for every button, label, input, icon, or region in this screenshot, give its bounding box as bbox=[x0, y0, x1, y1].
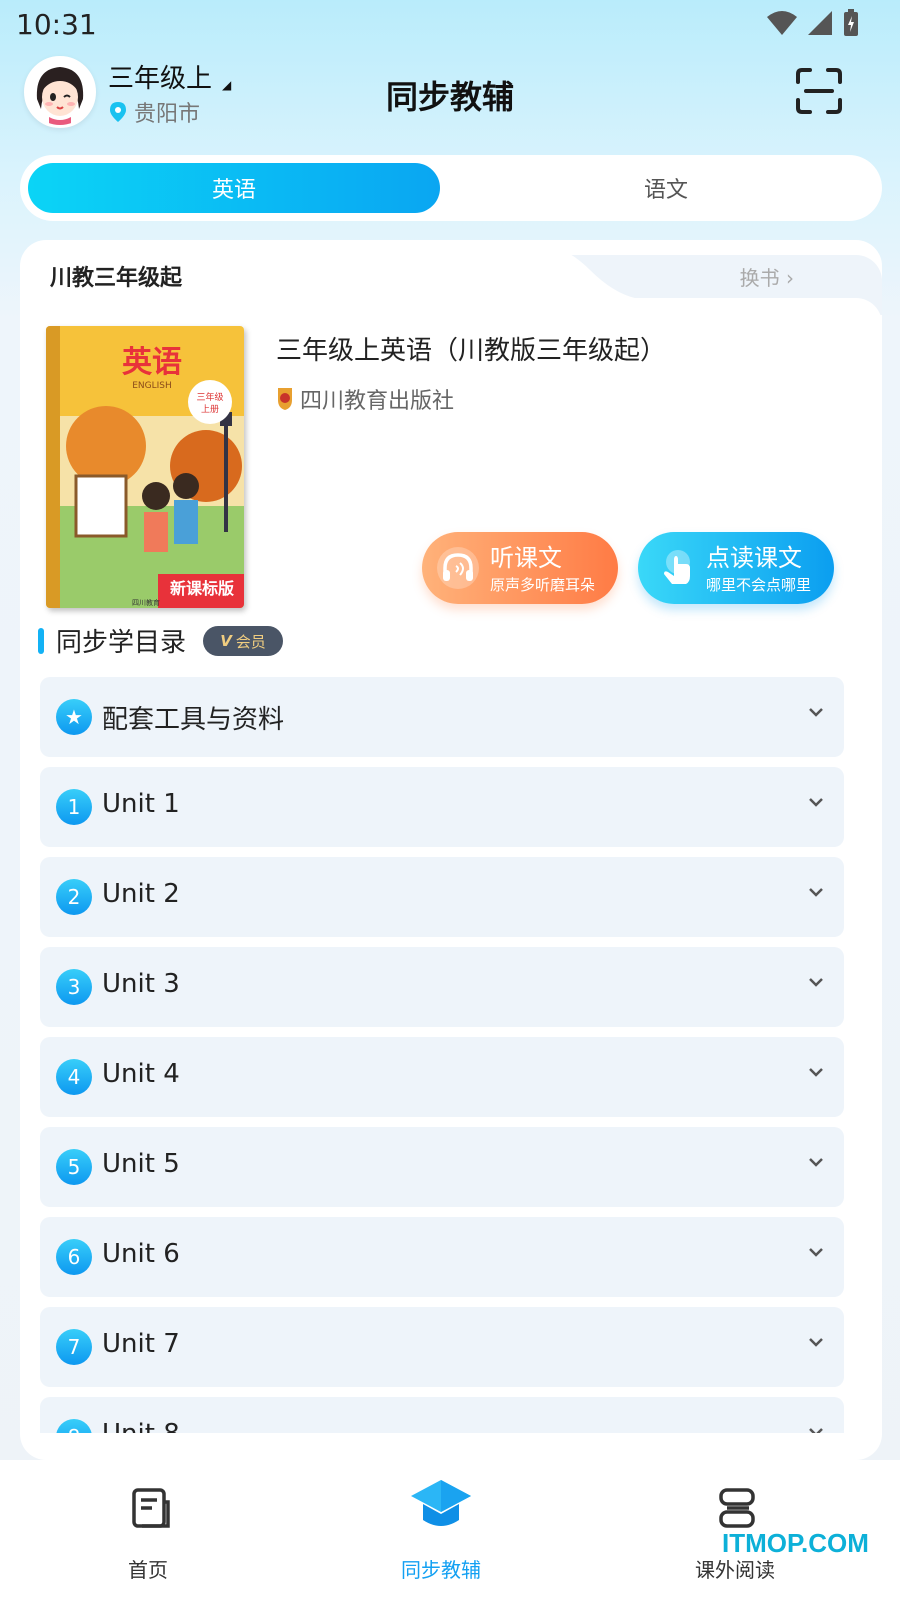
cover-edition: 新课标版 bbox=[170, 579, 234, 598]
number-badge: 1 bbox=[56, 789, 92, 825]
list-item-label: Unit 2 bbox=[102, 879, 180, 909]
card-tab-curve bbox=[520, 240, 650, 300]
number-badge: 5 bbox=[56, 1149, 92, 1185]
cover-english: ENGLISH bbox=[132, 381, 172, 391]
cover-subject: 英语 bbox=[122, 345, 182, 380]
battery-icon bbox=[844, 9, 858, 36]
list-item-label: Unit 1 bbox=[102, 789, 180, 819]
nav-sync-tutoring[interactable]: 同步教辅 bbox=[381, 1480, 501, 1582]
list-item-unit-3[interactable]: 3 Unit 3 bbox=[40, 947, 844, 1027]
book-cover[interactable]: 英语 ENGLISH 三年级 上册 新课标版 四川教育 bbox=[46, 326, 244, 608]
finger-tap-icon bbox=[664, 550, 690, 584]
nav-home-label: 首页 bbox=[128, 1558, 168, 1582]
subject-tab-bar: 英语 语文 bbox=[20, 155, 882, 221]
list-item-tools[interactable]: ★ 配套工具与资料 bbox=[40, 677, 844, 757]
vip-check-icon: V bbox=[220, 632, 232, 650]
list-item-unit-5[interactable]: 5 Unit 5 bbox=[40, 1127, 844, 1207]
catalog-list: ★ 配套工具与资料 1 Unit 1 2 Unit 2 3 Unit 3 4 U… bbox=[40, 677, 844, 1433]
catalog-accent-bar bbox=[38, 628, 44, 654]
tab-chinese[interactable]: 语文 bbox=[460, 163, 872, 213]
scan-icon[interactable] bbox=[794, 66, 844, 116]
book-cover-illustration: 英语 ENGLISH 三年级 上册 新课标版 四川教育 bbox=[46, 326, 244, 608]
wifi-icon bbox=[767, 11, 797, 35]
change-book-button[interactable]: 换书 › bbox=[740, 262, 794, 291]
list-item-label: Unit 8 bbox=[102, 1419, 180, 1433]
number-badge: 7 bbox=[56, 1329, 92, 1365]
list-item-label: Unit 7 bbox=[102, 1329, 180, 1359]
point-read-subtitle: 哪里不会点哪里 bbox=[706, 576, 812, 594]
vip-badge-label: 会员 bbox=[235, 632, 266, 651]
listen-text-button[interactable]: 听课文 原声多听磨耳朵 bbox=[422, 532, 618, 604]
number-badge: 6 bbox=[56, 1239, 92, 1275]
chevron-down-icon bbox=[809, 888, 823, 897]
number-badge: 3 bbox=[56, 969, 92, 1005]
point-read-title: 点读课文 bbox=[706, 544, 802, 572]
books-stack-icon bbox=[719, 1488, 755, 1528]
book-title: 三年级上英语（川教版三年级起） bbox=[276, 336, 667, 366]
number-badge: 2 bbox=[56, 879, 92, 915]
list-item-unit-4[interactable]: 4 Unit 4 bbox=[40, 1037, 844, 1117]
headphones-icon bbox=[437, 547, 479, 589]
listen-title: 听课文 bbox=[490, 544, 562, 572]
star-icon: ★ bbox=[56, 699, 92, 735]
number-badge: 4 bbox=[56, 1059, 92, 1095]
publisher-name: 四川教育出版社 bbox=[300, 389, 455, 414]
list-item-unit-6[interactable]: 6 Unit 6 bbox=[40, 1217, 844, 1297]
list-item-label: Unit 6 bbox=[102, 1239, 180, 1269]
home-doc-icon bbox=[132, 1488, 170, 1528]
number-badge: 8 bbox=[56, 1419, 92, 1433]
chevron-down-icon bbox=[809, 1158, 823, 1167]
chevron-down-icon bbox=[809, 1338, 823, 1347]
chevron-down-icon bbox=[809, 798, 823, 807]
list-item-label: Unit 3 bbox=[102, 969, 180, 999]
list-item-unit-7[interactable]: 7 Unit 7 bbox=[40, 1307, 844, 1387]
cover-grade: 三年级 bbox=[196, 391, 223, 403]
graduation-cap-icon bbox=[411, 1480, 471, 1526]
vip-badge: V 会员 bbox=[203, 626, 283, 656]
status-bar: 10:31 bbox=[0, 0, 900, 50]
list-item-label: 配套工具与资料 bbox=[102, 705, 285, 735]
page-title: 同步教辅 bbox=[385, 78, 514, 116]
chevron-down-icon bbox=[809, 978, 823, 987]
watermark: ITMOP.COM bbox=[722, 1528, 869, 1558]
status-icons bbox=[766, 8, 860, 38]
catalog-title: 同步学目录 bbox=[56, 628, 187, 658]
cover-press: 四川教育 bbox=[132, 598, 160, 607]
listen-subtitle: 原声多听磨耳朵 bbox=[490, 576, 596, 594]
chevron-down-icon bbox=[809, 1428, 823, 1433]
nav-sync-tutoring-label: 同步教辅 bbox=[401, 1558, 481, 1582]
book-series-label: 川教三年级起 bbox=[50, 266, 183, 291]
publisher-logo-icon bbox=[278, 388, 292, 410]
list-item-unit-8[interactable]: 8 Unit 8 bbox=[40, 1397, 844, 1433]
list-item-label: Unit 4 bbox=[102, 1059, 180, 1089]
point-read-button[interactable]: 点读课文 哪里不会点哪里 bbox=[638, 532, 834, 604]
list-item-label: Unit 5 bbox=[102, 1149, 180, 1179]
tab-english[interactable]: 英语 bbox=[28, 163, 440, 213]
signal-icon bbox=[808, 11, 832, 35]
book-card: 川教三年级起 换书 › 英语 ENGLISH 三年级 上册 新课标版 四川教育 bbox=[20, 240, 882, 1460]
list-item-unit-2[interactable]: 2 Unit 2 bbox=[40, 857, 844, 937]
nav-home[interactable]: 首页 bbox=[88, 1480, 208, 1582]
chevron-down-icon bbox=[809, 1248, 823, 1257]
chevron-down-icon bbox=[809, 1068, 823, 1077]
cover-volume: 上册 bbox=[201, 404, 219, 415]
chevron-down-icon bbox=[809, 708, 823, 717]
list-item-unit-1[interactable]: 1 Unit 1 bbox=[40, 767, 844, 847]
status-time: 10:31 bbox=[16, 8, 97, 41]
header: 三年级上 ◢ 贵阳市 同步教辅 bbox=[0, 50, 900, 150]
